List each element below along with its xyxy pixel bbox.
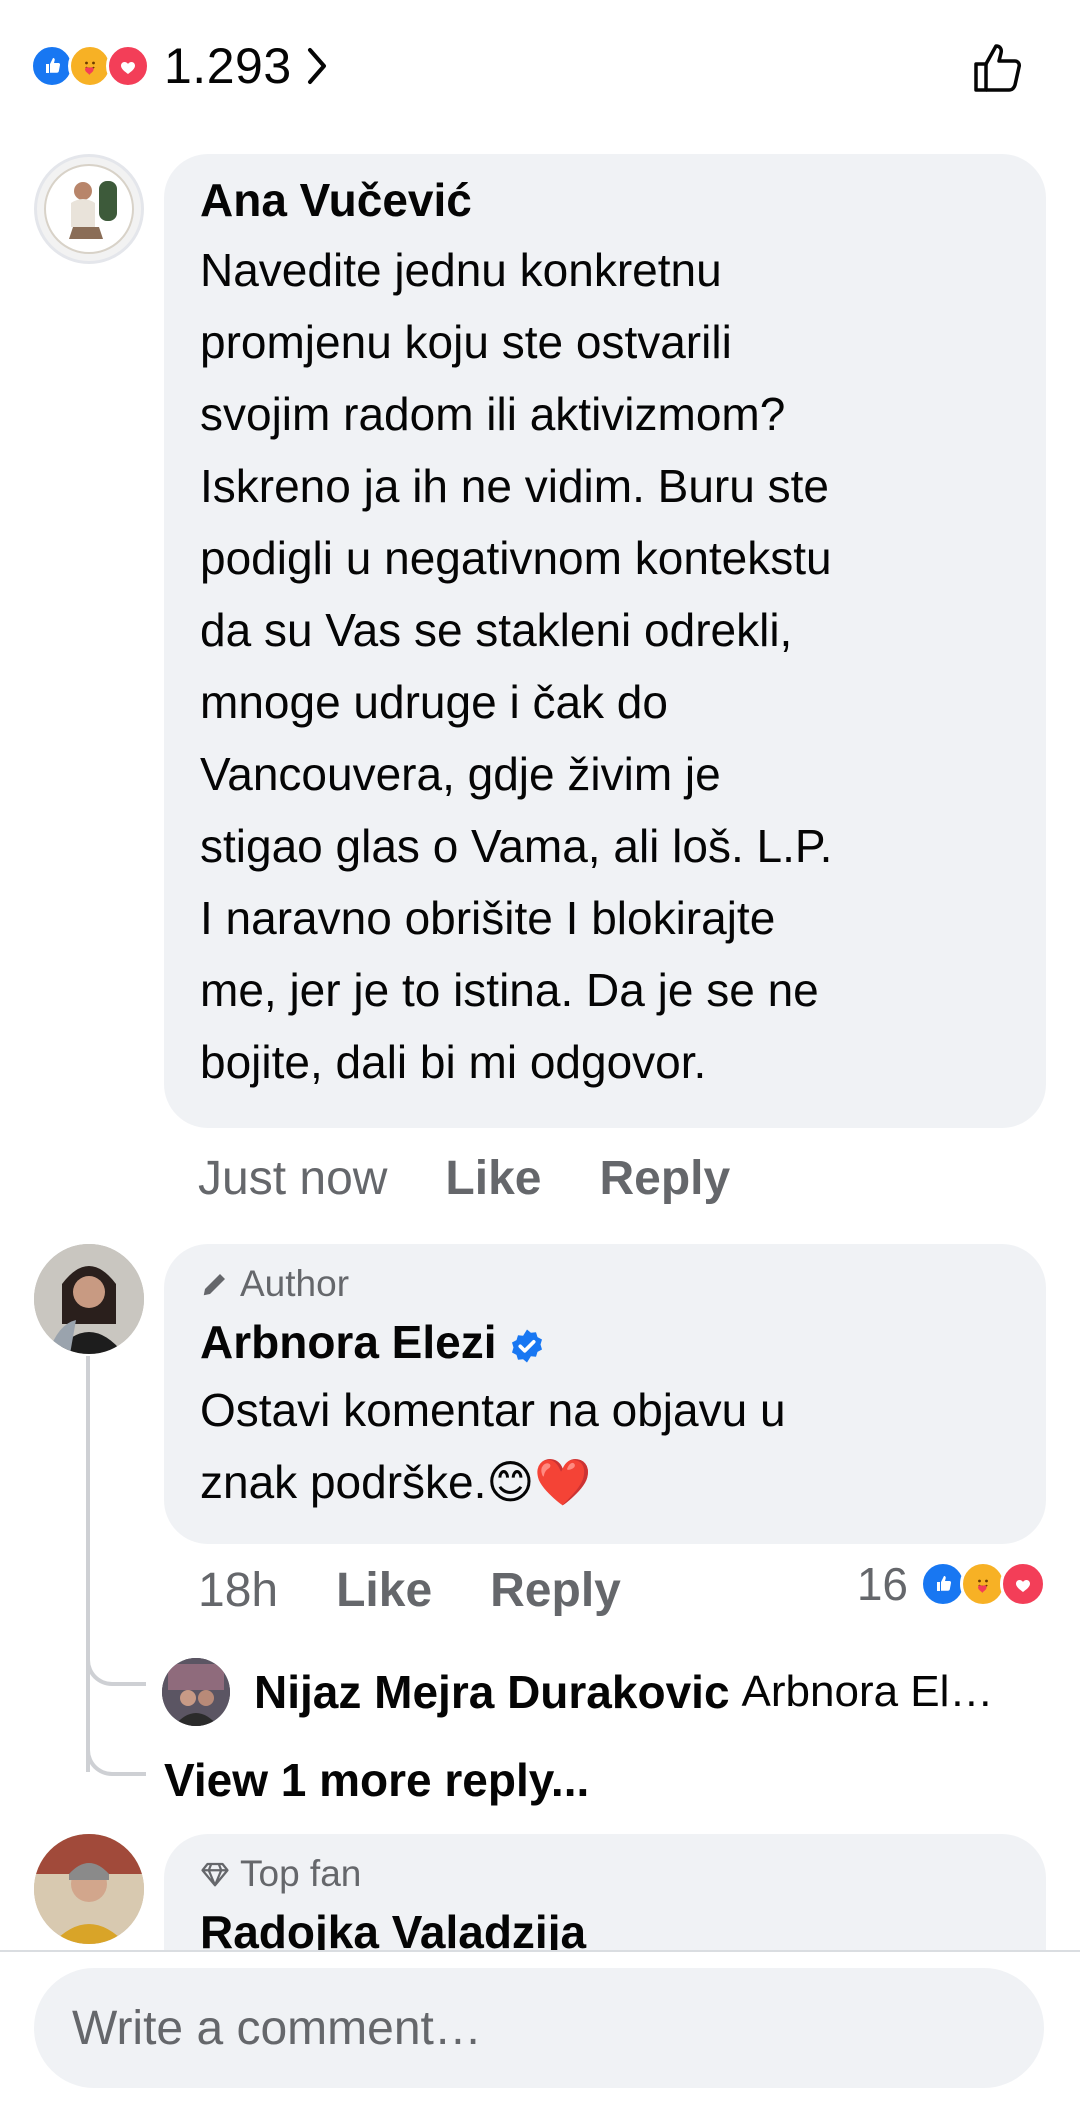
avatar[interactable]: [34, 1244, 144, 1354]
reactions-summary[interactable]: 1.293: [30, 38, 330, 94]
like-button[interactable]: Like: [445, 1151, 541, 1206]
chevron-right-icon[interactable]: [306, 46, 330, 86]
comment-input[interactable]: [70, 1999, 994, 2057]
comment-reaction-count[interactable]: 16: [857, 1557, 908, 1611]
author-badge: Author: [200, 1262, 1010, 1306]
comment-actions: 18h Like Reply: [198, 1560, 679, 1620]
comment-bubble[interactable]: Top fan Radojka Valadzija: [164, 1834, 1046, 1950]
comment-author[interactable]: Ana Vučević: [200, 172, 1010, 228]
comment-timestamp[interactable]: Just now: [198, 1151, 387, 1206]
diamond-icon: [201, 1862, 229, 1887]
comment-clip: Top fan Radojka Valadzija: [0, 1820, 1080, 1950]
comment-author-row: Arbnora Elezi: [200, 1314, 1010, 1370]
thumbs-up-icon[interactable]: [970, 38, 1028, 96]
comment-bubble[interactable]: Author Arbnora Elezi Ostavi komentar na …: [164, 1244, 1046, 1544]
comment-bubble[interactable]: Ana Vučević Navedite jednu konkretnu pro…: [164, 154, 1046, 1128]
comment-author[interactable]: Radojka Valadzija: [200, 1904, 1010, 1950]
like-button[interactable]: Like: [336, 1563, 432, 1618]
verified-icon: [509, 1328, 545, 1364]
reaction-count[interactable]: 1.293: [164, 37, 292, 95]
top-fan-badge: Top fan: [200, 1852, 1010, 1896]
badge-label: Author: [240, 1263, 350, 1304]
comment-timestamp[interactable]: 18h: [198, 1563, 278, 1618]
reply-button[interactable]: Reply: [490, 1563, 621, 1618]
comment-text: Ostavi komentar na objavu u znak podrške…: [200, 1384, 786, 1508]
avatar[interactable]: [34, 1834, 144, 1944]
comment-actions: Just now Like Reply: [198, 1148, 788, 1208]
reply-author[interactable]: Nijaz Mejra Durakovic: [254, 1665, 730, 1719]
comment-composer[interactable]: [34, 1968, 1044, 2088]
avatar[interactable]: [162, 1658, 230, 1726]
comment-reactions[interactable]: 16: [857, 1556, 1046, 1612]
comment-text: Navedite jednu konkretnu promjenu koju s…: [200, 244, 833, 1088]
thread-branch: [86, 1656, 146, 1686]
avatar[interactable]: [34, 154, 144, 264]
thread-line: [86, 1356, 90, 1772]
badge-label: Top fan: [240, 1853, 362, 1894]
pencil-icon: [203, 1274, 225, 1296]
divider: [0, 1950, 1080, 1952]
view-more-replies-link[interactable]: View 1 more reply...: [164, 1750, 589, 1810]
reply-text-preview: Arbnora El…: [741, 1667, 994, 1716]
reply-preview[interactable]: Nijaz Mejra Durakovic Arbnora El…: [254, 1662, 1044, 1722]
reply-button[interactable]: Reply: [599, 1151, 730, 1206]
love-reaction-icon: [106, 44, 150, 88]
love-reaction-icon: [1000, 1561, 1046, 1607]
thread-branch: [86, 1742, 146, 1776]
comment-author[interactable]: Arbnora Elezi: [200, 1316, 497, 1368]
